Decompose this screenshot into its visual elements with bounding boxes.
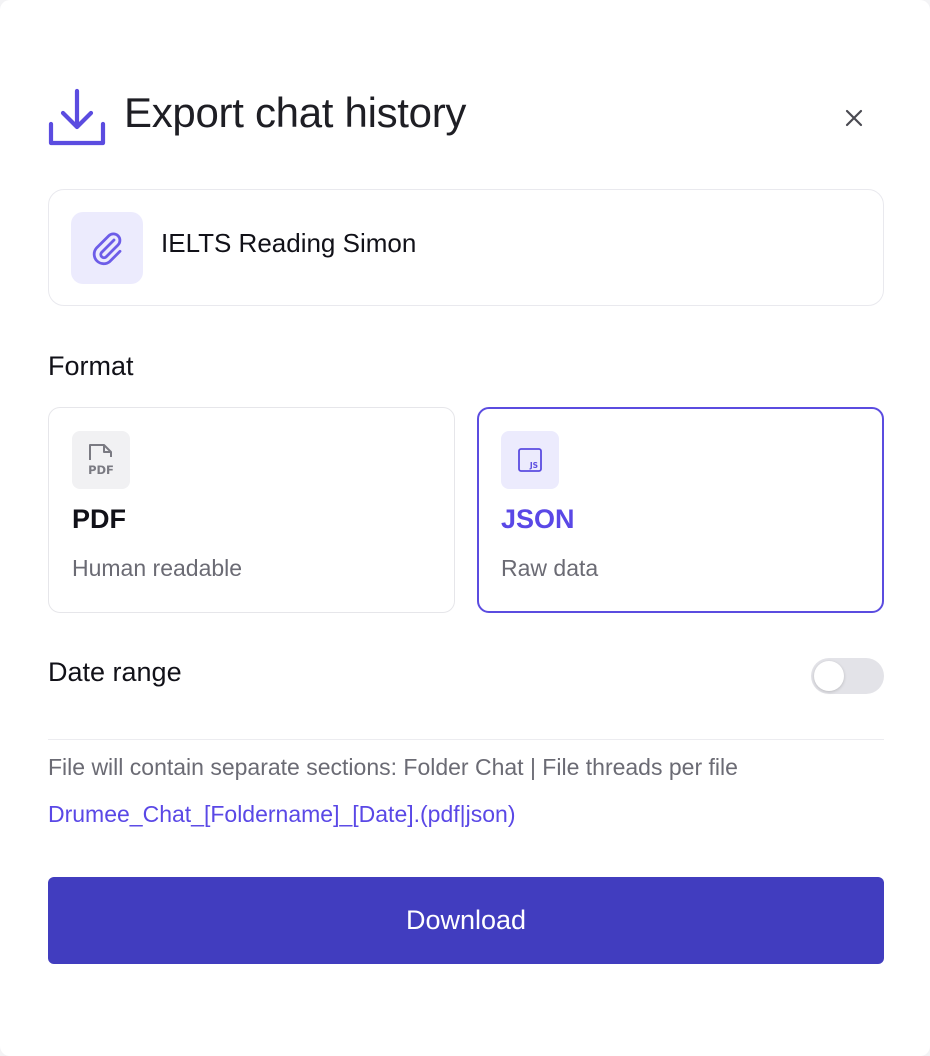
paperclip-icon — [71, 212, 143, 284]
dialog-title: Export chat history — [124, 89, 467, 136]
date-range-toggle[interactable] — [811, 658, 884, 694]
format-title-json: JSON — [501, 504, 575, 534]
format-option-pdf[interactable]: PDF PDF Human readable — [48, 407, 455, 613]
filename-pattern: Drumee_Chat_[Foldername]_[Date].(pdf|jso… — [48, 801, 516, 827]
download-button[interactable]: Download — [48, 877, 884, 964]
date-range-label: Date range — [48, 657, 182, 687]
format-subtitle-pdf: Human readable — [72, 555, 243, 581]
divider — [48, 739, 884, 740]
format-label: Format — [48, 351, 134, 381]
format-option-json[interactable]: JS JSON Raw data — [477, 407, 884, 613]
download-icon — [46, 86, 108, 148]
svg-text:JS: JS — [529, 461, 538, 470]
close-icon[interactable] — [844, 108, 864, 128]
json-file-icon: JS — [501, 431, 559, 489]
toggle-knob — [814, 661, 844, 691]
format-subtitle-json: Raw data — [501, 555, 599, 581]
export-dialog: Export chat history IELTS Reading Simon … — [0, 0, 930, 1056]
format-title-pdf: PDF — [72, 504, 126, 534]
svg-text:PDF: PDF — [88, 463, 114, 477]
selected-file-card: IELTS Reading Simon — [48, 189, 884, 306]
file-name: IELTS Reading Simon — [161, 228, 417, 258]
close-button[interactable] — [838, 102, 870, 134]
export-info-text: File will contain separate sections: Fol… — [48, 754, 738, 780]
pdf-file-icon: PDF — [72, 431, 130, 489]
